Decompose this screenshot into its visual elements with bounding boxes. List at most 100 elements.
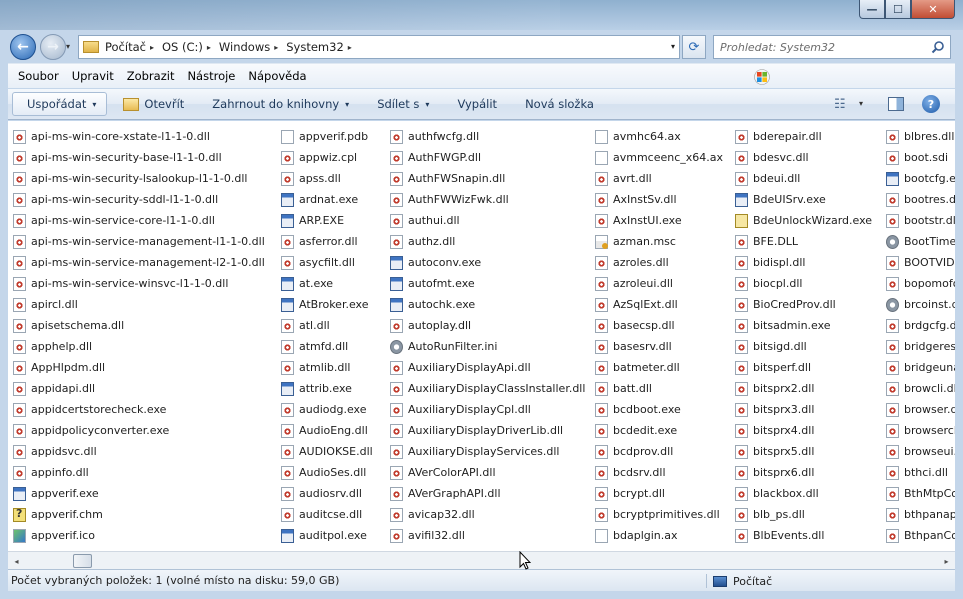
file-item[interactable]: appinfo.dll (13, 462, 265, 483)
menu-help[interactable]: Nápověda (248, 69, 306, 83)
file-item[interactable]: AuxiliaryDisplayServices.dll (390, 441, 585, 462)
file-item[interactable]: blackbox.dll (735, 483, 872, 504)
share-with-button[interactable]: Sdílet s ▾ (377, 97, 429, 111)
file-item[interactable]: api-ms-win-core-xstate-l1-1-0.dll (13, 126, 265, 147)
file-item[interactable]: bootcfg.exe (886, 168, 955, 189)
file-item[interactable]: bitsperf.dll (735, 357, 872, 378)
file-item[interactable]: browser.dl (886, 399, 955, 420)
file-item[interactable]: AuxiliaryDisplayClassInstaller.dll (390, 378, 585, 399)
file-item[interactable]: appverif.exe (13, 483, 265, 504)
file-item[interactable]: browseui. (886, 441, 955, 462)
file-item[interactable]: blbres.dll (886, 126, 955, 147)
search-icon[interactable] (931, 40, 945, 54)
file-item[interactable]: bidispl.dll (735, 252, 872, 273)
file-item[interactable]: atmfd.dll (281, 336, 373, 357)
chevron-right-icon[interactable]: ▸ (207, 43, 211, 52)
file-item[interactable]: authz.dll (390, 231, 585, 252)
file-item[interactable]: authui.dll (390, 210, 585, 231)
file-item[interactable]: bootres.dll (886, 189, 955, 210)
file-item[interactable]: bcdedit.exe (595, 420, 723, 441)
file-item[interactable]: authfwcfg.dll (390, 126, 585, 147)
file-item[interactable]: bdeui.dll (735, 168, 872, 189)
file-item[interactable]: batt.dll (595, 378, 723, 399)
file-item[interactable]: brdgcfg.d (886, 315, 955, 336)
file-item[interactable]: AuxiliaryDisplayCpl.dll (390, 399, 585, 420)
organize-button[interactable]: Uspořádat ▾ (12, 92, 108, 116)
file-item[interactable]: api-ms-win-security-lsalookup-l1-1-0.dll (13, 168, 265, 189)
file-item[interactable]: autofmt.exe (390, 273, 585, 294)
search-input[interactable] (720, 39, 920, 55)
file-item[interactable]: bcdprov.dll (595, 441, 723, 462)
chevron-right-icon[interactable]: ▸ (274, 43, 278, 52)
file-item[interactable]: api-ms-win-service-management-l1-1-0.dll (13, 231, 265, 252)
scroll-right-button[interactable]: ▸ (938, 553, 955, 569)
file-item[interactable]: bridgeres. (886, 336, 955, 357)
file-item[interactable]: bitsigd.dll (735, 336, 872, 357)
file-item[interactable]: bcdsrv.dll (595, 462, 723, 483)
file-item[interactable]: azroles.dll (595, 252, 723, 273)
file-item[interactable]: auditcse.dll (281, 504, 373, 525)
file-item[interactable]: atmlib.dll (281, 357, 373, 378)
file-item[interactable]: AuthFWWizFwk.dll (390, 189, 585, 210)
file-item[interactable]: bcryptprimitives.dll (595, 504, 723, 525)
file-item[interactable]: auditpol.exe (281, 525, 373, 546)
file-item[interactable]: appwiz.cpl (281, 147, 373, 168)
file-item[interactable]: biocpl.dll (735, 273, 872, 294)
file-item[interactable]: BFE.DLL (735, 231, 872, 252)
file-item[interactable]: ARP.EXE (281, 210, 373, 231)
file-item[interactable]: avrt.dll (595, 168, 723, 189)
file-item[interactable]: api-ms-win-security-base-l1-1-0.dll (13, 147, 265, 168)
file-item[interactable]: azroleui.dll (595, 273, 723, 294)
file-item[interactable]: AuxiliaryDisplayDriverLib.dll (390, 420, 585, 441)
file-item[interactable]: attrib.exe (281, 378, 373, 399)
file-item[interactable]: brcoinst.d (886, 294, 955, 315)
menu-view[interactable]: Zobrazit (127, 69, 175, 83)
file-item[interactable]: appverif.pdb (281, 126, 373, 147)
back-button[interactable]: ← (10, 34, 36, 60)
preview-pane-icon[interactable] (888, 97, 904, 111)
file-item[interactable]: audiosrv.dll (281, 483, 373, 504)
file-item[interactable]: bitsprx4.dll (735, 420, 872, 441)
file-item[interactable]: BdeUnlockWizard.exe (735, 210, 872, 231)
file-item[interactable]: apisetschema.dll (13, 315, 265, 336)
file-item[interactable]: at.exe (281, 273, 373, 294)
file-item[interactable]: autochk.exe (390, 294, 585, 315)
history-dropdown-icon[interactable]: ▾ (66, 42, 70, 51)
file-item[interactable]: ardnat.exe (281, 189, 373, 210)
file-item[interactable]: appverif.ico (13, 525, 265, 546)
file-item[interactable]: appidapi.dll (13, 378, 265, 399)
file-item[interactable]: bitsprx3.dll (735, 399, 872, 420)
search-box[interactable] (713, 35, 951, 59)
views-icon[interactable]: ☷ (834, 97, 846, 112)
file-item[interactable]: bthci.dll (886, 462, 955, 483)
file-item[interactable]: apss.dll (281, 168, 373, 189)
file-item[interactable]: BthMtpCo (886, 483, 955, 504)
file-item[interactable]: BthpanCo (886, 525, 955, 546)
address-dropdown-icon[interactable]: ▾ (671, 42, 675, 51)
file-item[interactable]: basecsp.dll (595, 315, 723, 336)
scroll-thumb[interactable] (73, 554, 92, 568)
file-item[interactable]: BlbEvents.dll (735, 525, 872, 546)
file-item[interactable]: autoconv.exe (390, 252, 585, 273)
title-bar[interactable]: — ☐ ✕ (0, 0, 963, 30)
file-item[interactable]: apphelp.dll (13, 336, 265, 357)
address-bar[interactable]: Počítač ▸ OS (C:) ▸ Windows ▸ System32 ▸… (78, 35, 680, 59)
file-item[interactable]: AtBroker.exe (281, 294, 373, 315)
breadcrumb-computer[interactable]: Počítač (105, 40, 146, 54)
file-item[interactable]: appidcertstorecheck.exe (13, 399, 265, 420)
menu-tools[interactable]: Nástroje (187, 69, 235, 83)
breadcrumb-drive[interactable]: OS (C:) (162, 40, 203, 54)
file-item[interactable]: bitsprx6.dll (735, 462, 872, 483)
file-item[interactable]: AudioSes.dll (281, 462, 373, 483)
file-item[interactable]: api-ms-win-service-management-l2-1-0.dll (13, 252, 265, 273)
file-item[interactable]: BootTime (886, 231, 955, 252)
file-item[interactable]: browcli.dl (886, 378, 955, 399)
file-item[interactable]: boot.sdi (886, 147, 955, 168)
file-item[interactable]: AVerColorAPI.dll (390, 462, 585, 483)
file-item[interactable]: AVerGraphAPI.dll (390, 483, 585, 504)
file-item[interactable]: browserch (886, 420, 955, 441)
help-icon[interactable]: ? (922, 95, 940, 113)
minimize-button[interactable]: — (859, 0, 885, 19)
file-item[interactable]: basesrv.dll (595, 336, 723, 357)
burn-button[interactable]: Vypálit (457, 97, 497, 111)
